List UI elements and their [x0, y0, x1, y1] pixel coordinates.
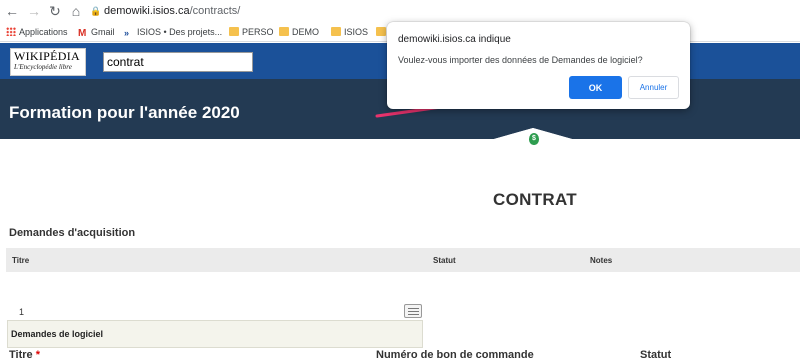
cancel-button[interactable]: Annuler	[628, 76, 679, 99]
back-arrow-icon[interactable]: ←	[4, 3, 20, 19]
home-icon[interactable]: ⌂	[68, 3, 84, 19]
folder-icon	[331, 27, 341, 36]
folder-icon	[376, 27, 386, 36]
wikipedia-logo[interactable]: WIKIPÉDIA L'Encyclopédie libre	[10, 48, 86, 76]
ok-button[interactable]: OK	[569, 76, 622, 99]
url-path: /contracts/	[189, 5, 241, 17]
section-title: Demandes d'acquisition	[9, 227, 136, 239]
row-number: 1	[19, 307, 25, 317]
bookmark-perso[interactable]: PERSO	[229, 25, 274, 39]
dialog-message: Voulez-vous importer des données de Dema…	[398, 55, 643, 65]
apps-grid-icon	[6, 27, 16, 36]
bookmark-isios-projets[interactable]: » ISIOS • Des projets...	[124, 25, 222, 39]
bookmark-isios[interactable]: ISIOS	[331, 25, 368, 39]
required-marker: *	[35, 349, 40, 361]
column-header-notes: Notes	[590, 256, 613, 265]
reload-icon[interactable]: ↻	[47, 3, 63, 19]
column-header-statut: Statut	[433, 256, 456, 265]
bookmark-demo[interactable]: DEMO	[279, 25, 319, 39]
browser-toolbar: ← → ↻ ⌂ 🔒 demowiki.isios.ca/contracts/	[0, 0, 800, 22]
banner-title: Formation pour l'année 2020	[9, 103, 240, 122]
folder-icon	[229, 27, 239, 36]
confirm-dialog: demowiki.isios.ca indique Voulez-vous im…	[387, 22, 690, 109]
column-header-titre: Titre	[12, 256, 30, 265]
list-view-icon[interactable]	[404, 304, 422, 318]
bookmark-applications[interactable]: Applications	[6, 25, 68, 39]
gmail-icon: M	[78, 28, 87, 39]
page-title: CONTRAT	[493, 190, 577, 209]
subform-panel: Demandes de logiciel	[7, 320, 423, 348]
forward-arrow-icon[interactable]: →	[26, 3, 42, 19]
address-bar[interactable]: 🔒 demowiki.isios.ca/contracts/	[90, 2, 390, 20]
table-header: Titre Statut Notes	[6, 248, 800, 272]
money-bag-icon: $	[529, 133, 539, 145]
folder-icon	[279, 27, 289, 36]
bookmark-gmail[interactable]: M Gmail	[78, 25, 115, 39]
isios-icon: »	[124, 28, 130, 38]
search-input[interactable]: contrat	[103, 52, 253, 72]
field-label-purchase-order: Numéro de bon de commande	[376, 349, 534, 361]
lock-icon: 🔒	[90, 6, 102, 16]
url-host: demowiki.isios.ca	[104, 5, 190, 17]
subform-title: Demandes de logiciel	[11, 329, 104, 339]
field-label-statut: Statut	[640, 349, 672, 361]
dialog-origin: demowiki.isios.ca indique	[398, 34, 511, 45]
field-label-titre: Titre *	[9, 349, 40, 361]
